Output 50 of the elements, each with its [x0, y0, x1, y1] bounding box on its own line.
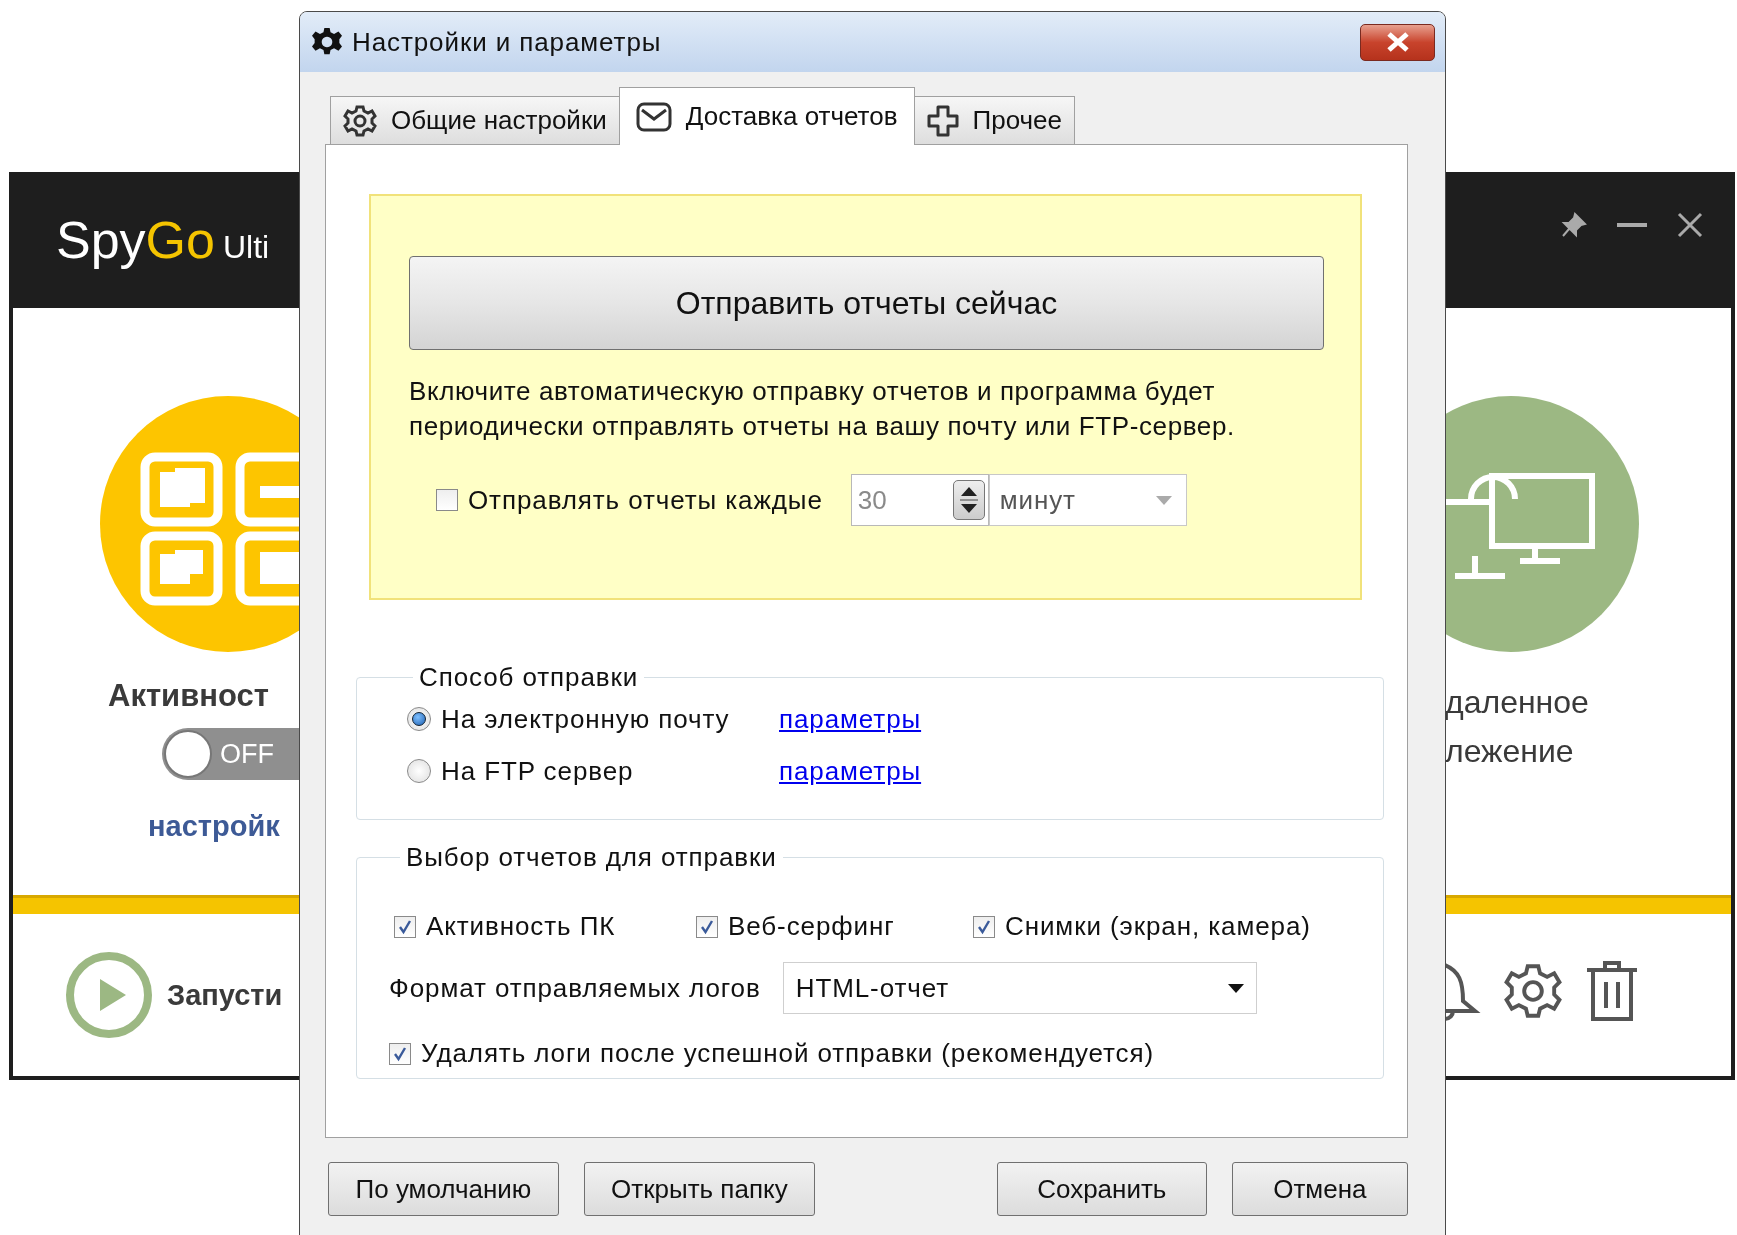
dialog-button[interactable]: Отмена: [1231, 1162, 1408, 1216]
bell-icon[interactable]: [1445, 961, 1481, 1021]
dialog-button[interactable]: По умолчанию: [328, 1162, 559, 1216]
radio-button[interactable]: [407, 759, 431, 783]
settings-link[interactable]: настройк: [148, 810, 280, 843]
checkbox[interactable]: [394, 915, 416, 938]
unit-dropdown[interactable]: минут: [988, 474, 1187, 526]
app-logo: SpyGo Ulti: [56, 210, 270, 270]
start-label[interactable]: Запусти: [167, 978, 283, 1012]
radio-button[interactable]: [407, 707, 431, 731]
trash-icon[interactable]: [1585, 960, 1639, 1022]
format-dropdown[interactable]: HTML-отчет: [782, 962, 1257, 1014]
checkbox-label: Веб-серфинг: [728, 911, 895, 942]
checkbox-label: Активность ПК: [426, 911, 616, 942]
card-title: Активност: [108, 678, 269, 714]
send-now-button[interactable]: Отправить отчеты сейчас: [409, 256, 1324, 350]
checkbox[interactable]: [973, 915, 995, 938]
pin-icon[interactable]: [1561, 212, 1587, 238]
checkbox-label: Снимки (экран, камера): [1005, 911, 1311, 942]
checkbox[interactable]: [389, 1042, 411, 1065]
plus-icon: [926, 104, 959, 137]
checkbox-label: Удалять логи после успешной отправки (рекомендуется): [421, 1038, 1155, 1069]
close-button[interactable]: [1360, 23, 1435, 61]
tab[interactable]: Общие настройки: [330, 96, 620, 144]
group-title: Выбор отчетов для отправки: [405, 842, 778, 873]
tab[interactable]: Прочее: [913, 96, 1076, 144]
close-icon[interactable]: [1677, 212, 1703, 238]
window-title: Настройки и параметры: [352, 26, 663, 58]
checkbox-label: Отправлять отчеты каждые: [468, 484, 823, 516]
gear-icon: [343, 103, 377, 138]
dialog-button[interactable]: Сохранить: [996, 1162, 1207, 1216]
caret-icon: [1227, 983, 1244, 993]
format-label: Формат отправляемых логов: [389, 972, 761, 1004]
caret-icon: [1155, 495, 1172, 505]
radio-label: На электронную почту: [441, 703, 730, 735]
checkbox[interactable]: [696, 915, 718, 938]
group-title: Способ отправки: [418, 662, 640, 693]
envelope-icon: [635, 101, 672, 132]
checkbox[interactable]: [436, 489, 458, 511]
settings-link[interactable]: параметры: [779, 755, 922, 787]
card-title: даленное: [1445, 683, 1590, 722]
settings-link[interactable]: параметры: [779, 703, 922, 735]
gear-icon: [312, 27, 342, 57]
dialog-button[interactable]: Открыть папку: [583, 1162, 815, 1216]
gear-icon[interactable]: [1503, 961, 1563, 1021]
spin-buttons[interactable]: [952, 480, 985, 520]
hint-text: Включите автоматическую отправку отчетов и программа будет периодически отправлять отчеты на вашу почту или FTP-сервер.: [409, 375, 1236, 443]
tab[interactable]: Доставка отчетов: [618, 87, 915, 145]
radio-label: На FTP сервер: [441, 755, 634, 787]
card-title: лежение: [1445, 732, 1575, 771]
